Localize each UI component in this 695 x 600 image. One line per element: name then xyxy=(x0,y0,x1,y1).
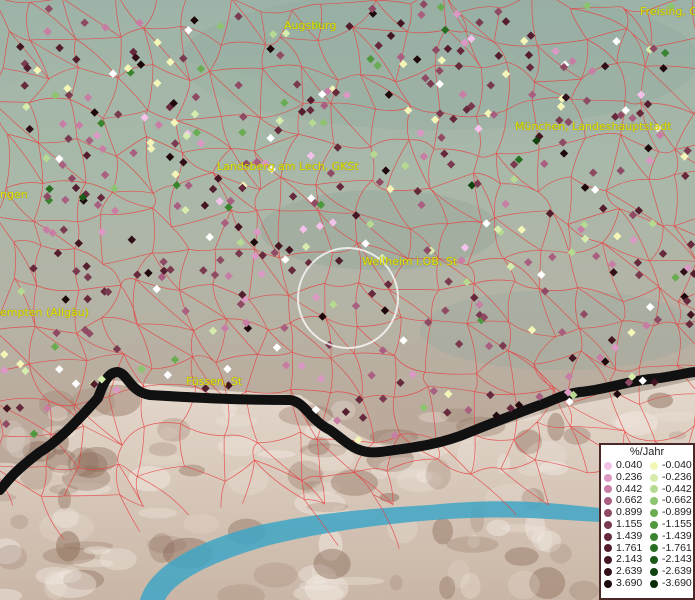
map-canvas[interactable] xyxy=(0,0,695,600)
legend-label: -3.690 xyxy=(662,576,692,589)
legend-swatch xyxy=(650,556,658,565)
city-label-augsburg: Augsburg xyxy=(284,19,337,32)
legend-label: 1.155 xyxy=(616,517,643,530)
legend-panel: %/Jahr 0.040 -0.040 0.236 -0.236 0.442 -0.442… xyxy=(599,443,695,600)
legend-row: 3.690 -3.690 xyxy=(601,576,693,590)
legend-swatch xyxy=(604,473,612,482)
legend-label: -1.155 xyxy=(662,517,692,530)
legend-entry: 3.690 xyxy=(601,576,647,590)
city-label-ngen: ngen xyxy=(0,188,28,201)
legend-swatch xyxy=(650,520,658,529)
legend-entry: -0.236 xyxy=(647,470,693,484)
legend-entry: -1.155 xyxy=(647,517,693,531)
legend-swatch xyxy=(650,485,658,494)
legend-swatch xyxy=(650,461,658,470)
legend-row: 1.155 -1.155 xyxy=(601,517,693,531)
legend-label: 1.439 xyxy=(616,529,643,542)
legend-swatch xyxy=(604,556,612,565)
legend-swatch xyxy=(650,579,658,588)
legend-swatch xyxy=(604,520,612,529)
legend-entry: -3.690 xyxy=(647,576,693,590)
legend-swatch xyxy=(604,568,612,577)
map-view[interactable]: Augsburg Freising, G München, Landeshaup… xyxy=(0,0,695,600)
legend-swatch xyxy=(650,497,658,506)
legend-entry: 0.236 xyxy=(601,470,647,484)
legend-swatch xyxy=(604,461,612,470)
city-label-freising: Freising, G xyxy=(640,5,695,18)
legend-swatch xyxy=(604,497,612,506)
legend-label: 3.690 xyxy=(616,576,643,589)
city-label-muenchen: München, Landeshauptstadt xyxy=(515,120,672,133)
legend-row: 1.439 -1.439 xyxy=(601,529,693,543)
legend-swatch xyxy=(604,544,612,553)
legend-swatch xyxy=(650,544,658,553)
legend-swatch xyxy=(650,568,658,577)
legend-entry: 1.439 xyxy=(601,529,647,543)
legend-label: -1.439 xyxy=(662,529,692,542)
terrain-layer xyxy=(0,0,695,600)
legend-entry: -1.439 xyxy=(647,529,693,543)
city-label-landsberg: Landsberg am Lech, GKSt xyxy=(217,160,359,173)
legend-row: 0.236 -0.236 xyxy=(601,470,693,484)
legend-title: %/Jahr xyxy=(629,446,665,458)
legend-entry: 1.155 xyxy=(601,517,647,531)
legend-label: 0.236 xyxy=(616,470,643,483)
legend-swatch xyxy=(650,532,658,541)
legend-label: -0.236 xyxy=(662,470,692,483)
city-label-weilheim: Weilheim i.OB, St xyxy=(362,255,458,268)
legend-swatch xyxy=(604,532,612,541)
legend-swatch xyxy=(650,473,658,482)
legend-swatch xyxy=(604,579,612,588)
legend-swatch xyxy=(650,509,658,518)
legend-swatch xyxy=(604,509,612,518)
city-label-kempten: empten (Allgäu) xyxy=(0,306,89,319)
city-label-fuessen: Füssen, St xyxy=(186,375,243,388)
legend-rows: 0.040 -0.040 0.236 -0.236 0.442 -0.442 0.662 -0… xyxy=(601,459,693,590)
legend-swatch xyxy=(604,485,612,494)
